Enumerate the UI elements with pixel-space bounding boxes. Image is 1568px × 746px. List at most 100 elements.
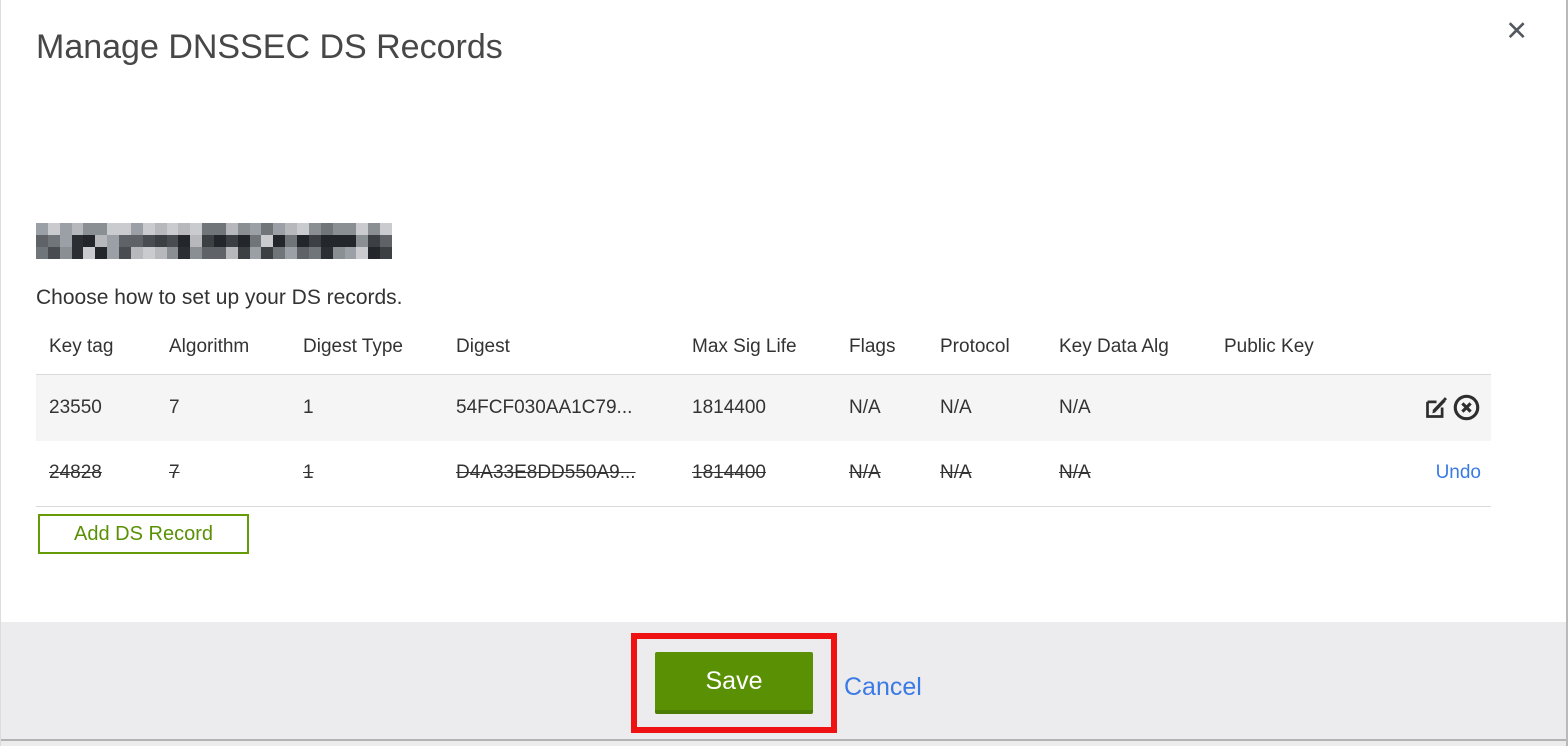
redacted-pixel [59, 223, 72, 235]
redacted-pixel [83, 247, 96, 259]
redacted-pixel [83, 235, 96, 247]
table-cell-key-tag: 24828 [49, 462, 102, 484]
close-icon[interactable]: ✕ [1505, 18, 1528, 45]
save-button[interactable]: Save [655, 652, 813, 714]
redacted-pixel [214, 247, 226, 259]
redacted-pixel [368, 223, 381, 235]
add-ds-record-button[interactable]: Add DS Record [38, 514, 249, 554]
redacted-pixel [356, 223, 369, 235]
redacted-pixel [380, 247, 392, 259]
column-header: Key tag [36, 330, 156, 375]
redacted-pixel [356, 247, 369, 259]
redacted-pixel [249, 223, 262, 235]
redacted-pixel [130, 235, 143, 247]
redacted-pixel [190, 223, 203, 235]
window-bottom-edge [1, 739, 1566, 746]
redacted-pixel [320, 235, 333, 247]
redacted-pixel [130, 223, 143, 235]
redacted-pixel [332, 223, 345, 235]
redacted-pixel [297, 247, 309, 259]
redacted-pixel [36, 247, 48, 259]
redacted-pixel [225, 223, 238, 235]
redacted-pixel [107, 223, 120, 235]
redacted-pixel [237, 235, 250, 247]
redacted-pixel [178, 235, 191, 247]
redacted-pixel [36, 223, 48, 235]
redacted-pixel [202, 235, 214, 247]
table-cell-algorithm: 7 [169, 462, 180, 484]
redacted-pixel [285, 223, 298, 235]
table-header-row: Key tag Algorithm Digest Type Digest Max Sig… [36, 330, 1491, 375]
redacted-pixel [237, 223, 250, 235]
redacted-pixel [273, 247, 286, 259]
table-cell-flags: N/A [849, 462, 881, 484]
redacted-pixel [225, 235, 238, 247]
table-cell-key-data-alg: N/A [1059, 462, 1091, 484]
redacted-pixel [380, 223, 392, 235]
column-header: Flags [836, 330, 927, 375]
redacted-pixel [297, 235, 309, 247]
redacted-pixel [356, 235, 369, 247]
cancel-link[interactable]: Cancel [844, 673, 922, 702]
redacted-pixel [261, 223, 274, 235]
redacted-pixel [178, 223, 191, 235]
redacted-pixel [261, 247, 274, 259]
redacted-pixel [214, 235, 226, 247]
redacted-pixel [95, 235, 108, 247]
redacted-pixel [119, 223, 131, 235]
redacted-pixel [154, 223, 167, 235]
table-row: 23550 7 1 54FCF030AA1C79... 1814400 N/A N/A N/A [36, 374, 1491, 441]
redacted-pixel [83, 223, 96, 235]
redacted-pixel [154, 247, 167, 259]
redacted-pixel [249, 247, 262, 259]
modal-footer: Save Cancel [1, 622, 1566, 739]
redacted-pixel [119, 235, 131, 247]
redacted-domain-name [36, 223, 392, 259]
table-cell-digest: 54FCF030AA1C79... [456, 396, 633, 418]
column-header: Key Data Alg [1046, 330, 1211, 375]
table-cell-max-sig-life: 1814400 [692, 396, 766, 418]
table-cell-digest-type: 1 [303, 396, 314, 418]
redacted-pixel [95, 223, 108, 235]
redacted-pixel [178, 247, 191, 259]
redacted-pixel [107, 235, 120, 247]
redacted-pixel [368, 247, 381, 259]
redacted-pixel [320, 223, 333, 235]
dnssec-modal: Manage DNSSEC DS Records ✕ Choose how to… [0, 0, 1568, 746]
redacted-pixel [344, 223, 357, 235]
table-cell-protocol: N/A [940, 462, 972, 484]
redacted-pixel [368, 235, 381, 247]
edit-icon[interactable] [1423, 394, 1450, 421]
redacted-pixel [380, 235, 392, 247]
redacted-pixel [95, 247, 108, 259]
ds-records-table: Key tag Algorithm Digest Type Digest Max Sig… [36, 330, 1491, 507]
delete-icon[interactable] [1452, 393, 1481, 422]
redacted-pixel [130, 247, 143, 259]
redacted-pixel [344, 247, 357, 259]
redacted-pixel [166, 223, 179, 235]
redacted-pixel [154, 235, 167, 247]
redacted-pixel [261, 235, 274, 247]
redacted-pixel [47, 235, 60, 247]
column-header: Protocol [927, 330, 1046, 375]
redacted-pixel [142, 223, 155, 235]
redacted-pixel [107, 247, 120, 259]
redacted-pixel [320, 247, 333, 259]
instruction-text: Choose how to set up your DS records. [36, 286, 403, 309]
undo-link[interactable]: Undo [1436, 462, 1481, 483]
column-header: Max Sig Life [679, 330, 836, 375]
redacted-pixel [332, 247, 345, 259]
redacted-pixel [237, 247, 250, 259]
redacted-pixel [273, 235, 286, 247]
page-title: Manage DNSSEC DS Records [36, 28, 503, 66]
redacted-pixel [202, 223, 214, 235]
redacted-pixel [166, 235, 179, 247]
redacted-pixel [59, 235, 72, 247]
redacted-pixel [36, 235, 48, 247]
table-cell-key-data-alg: N/A [1059, 396, 1091, 418]
table-cell-max-sig-life: 1814400 [692, 462, 766, 484]
redacted-pixel [190, 247, 203, 259]
redacted-pixel [249, 235, 262, 247]
table-cell-key-tag: 23550 [49, 396, 102, 418]
redacted-pixel [308, 223, 321, 235]
